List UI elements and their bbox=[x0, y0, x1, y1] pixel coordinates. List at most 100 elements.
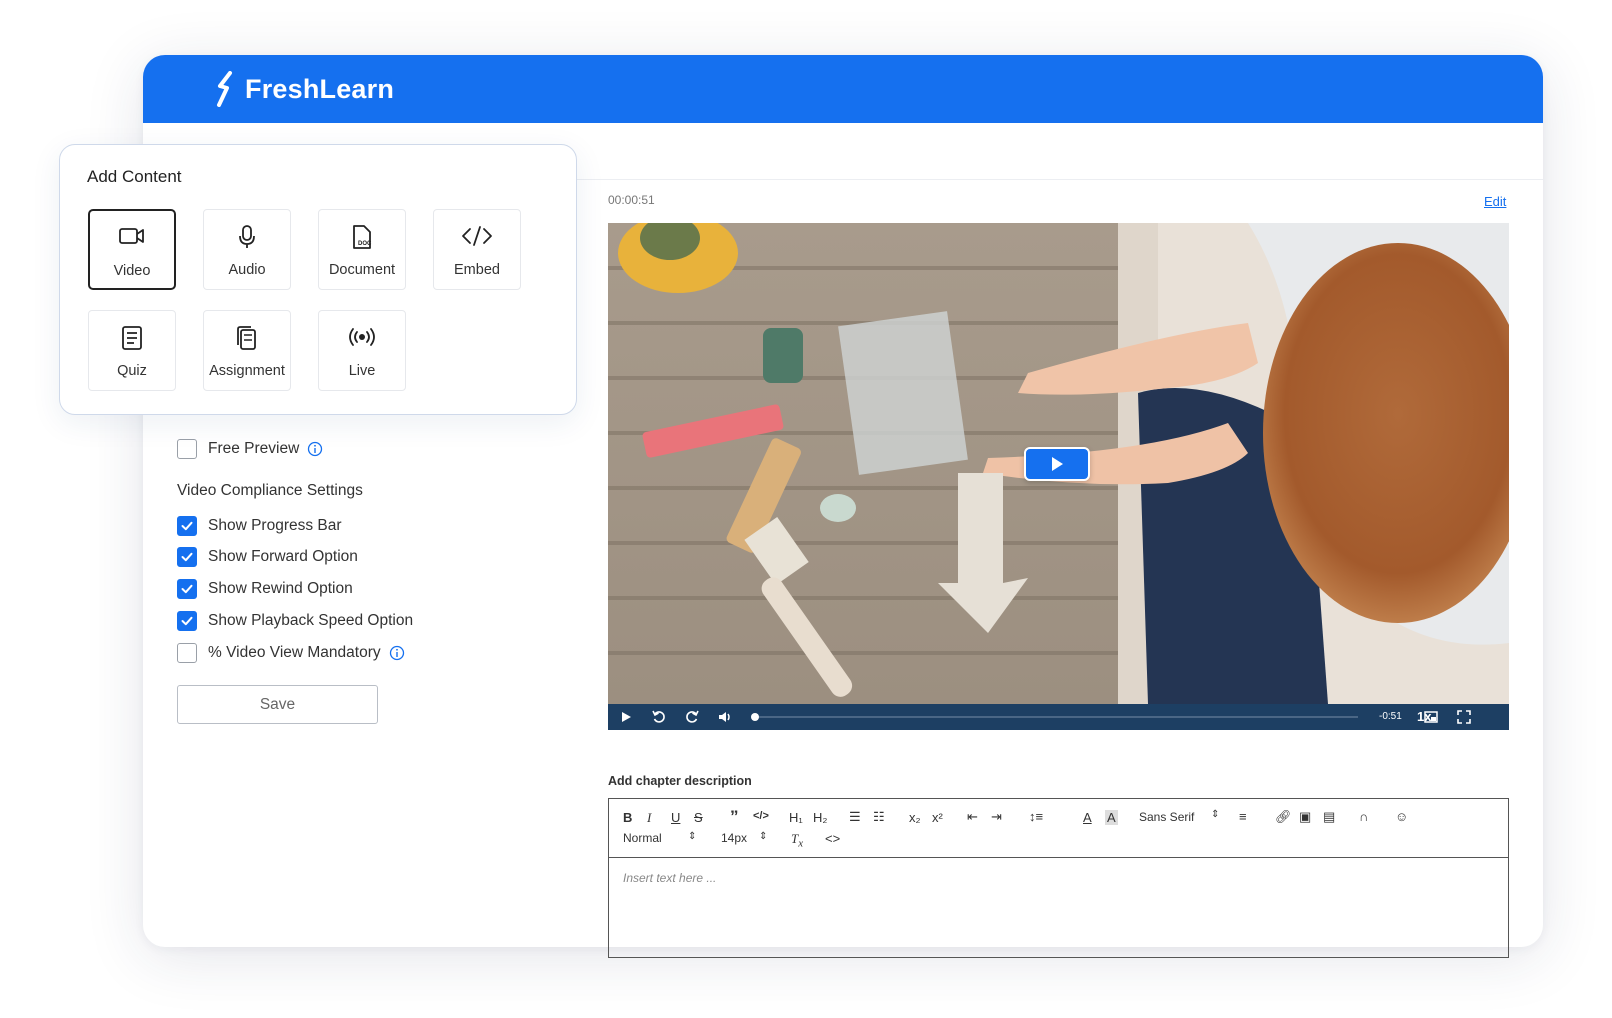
quiz-list-icon bbox=[122, 326, 142, 350]
info-icon[interactable] bbox=[307, 441, 323, 457]
tile-label: Embed bbox=[454, 262, 500, 278]
tile-quiz[interactable]: Quiz bbox=[88, 310, 176, 391]
option-rewind[interactable]: Show Rewind Option bbox=[177, 578, 353, 600]
video-camera-icon bbox=[119, 228, 144, 244]
remaining-time: -0:51 bbox=[1379, 711, 1402, 722]
source-code-button[interactable]: <> bbox=[825, 831, 840, 846]
progress-bar-checkbox[interactable] bbox=[177, 516, 197, 536]
info-icon[interactable] bbox=[389, 645, 405, 661]
select-arrows-icon: ⇕ bbox=[1211, 809, 1220, 820]
play-icon[interactable] bbox=[618, 709, 634, 725]
tile-embed[interactable]: Embed bbox=[433, 209, 521, 290]
rewind-checkbox[interactable] bbox=[177, 579, 197, 599]
video-player[interactable]: -0:51 1x bbox=[608, 223, 1509, 730]
forward-checkbox[interactable] bbox=[177, 547, 197, 567]
paragraph-style-select[interactable]: Normal bbox=[623, 831, 662, 845]
bullet-list-icon[interactable]: ☷ bbox=[873, 809, 885, 825]
editor-input[interactable]: Insert text here ... bbox=[623, 871, 716, 885]
select-arrows-icon: ⇕ bbox=[759, 831, 768, 842]
video-embed-icon[interactable]: ▤ bbox=[1323, 809, 1335, 825]
forward-icon[interactable] bbox=[684, 709, 700, 725]
italic-button[interactable]: I bbox=[647, 810, 651, 826]
emoji-icon[interactable]: ☺ bbox=[1395, 809, 1408, 824]
option-label: Show Rewind Option bbox=[208, 580, 353, 597]
video-timestamp: 00:00:51 bbox=[608, 193, 655, 207]
align-icon[interactable]: ≡ bbox=[1239, 809, 1247, 824]
assignment-stack-icon bbox=[237, 326, 256, 350]
option-label: Show Progress Bar bbox=[208, 517, 342, 534]
picture-in-picture-icon[interactable] bbox=[1423, 709, 1439, 725]
progress-handle[interactable] bbox=[751, 713, 759, 721]
freshlearn-logo-icon bbox=[217, 71, 232, 107]
option-label: Show Forward Option bbox=[208, 548, 358, 565]
free-preview-checkbox[interactable] bbox=[177, 439, 197, 459]
code-icon bbox=[462, 226, 492, 246]
option-progress-bar[interactable]: Show Progress Bar bbox=[177, 515, 342, 537]
option-label: % Video View Mandatory bbox=[208, 644, 381, 661]
svg-text:DOC: DOC bbox=[358, 241, 372, 247]
tile-label: Audio bbox=[228, 262, 266, 278]
tile-assignment[interactable]: Assignment bbox=[203, 310, 291, 391]
option-playback-speed[interactable]: Show Playback Speed Option bbox=[177, 610, 413, 632]
video-controls: -0:51 1x bbox=[608, 704, 1509, 730]
volume-icon[interactable] bbox=[717, 709, 733, 725]
playback-speed-checkbox[interactable] bbox=[177, 611, 197, 631]
bold-button[interactable]: B bbox=[623, 810, 632, 825]
heading1-button[interactable]: H₁ bbox=[789, 810, 803, 825]
clear-format-button[interactable]: Tx bbox=[791, 831, 803, 850]
background-color-icon[interactable]: A bbox=[1105, 810, 1118, 825]
strikethrough-button[interactable]: S bbox=[694, 810, 703, 825]
rewind-icon[interactable] bbox=[651, 709, 667, 725]
chapter-description-label: Add chapter description bbox=[608, 774, 752, 788]
link-icon[interactable]: 🔗︎ bbox=[1275, 809, 1292, 825]
font-family-select[interactable]: Sans Serif bbox=[1139, 810, 1194, 824]
underline-button[interactable]: U bbox=[671, 810, 680, 825]
checkmark-icon bbox=[181, 552, 193, 562]
checkmark-icon bbox=[181, 584, 193, 594]
tile-document[interactable]: DOC Document bbox=[318, 209, 406, 290]
ordered-list-icon[interactable]: ☰ bbox=[849, 809, 861, 825]
progress-bar[interactable] bbox=[753, 716, 1358, 718]
document-icon: DOC bbox=[353, 225, 372, 249]
brand-name: FreshLearn bbox=[245, 73, 395, 104]
tile-label: Video bbox=[113, 263, 151, 279]
indent-icon[interactable]: ⇥ bbox=[991, 809, 1002, 825]
tile-label: Quiz bbox=[117, 363, 147, 379]
add-content-title: Add Content bbox=[87, 167, 182, 186]
play-overlay-button[interactable] bbox=[1024, 447, 1090, 481]
checkmark-icon bbox=[181, 521, 193, 531]
tile-label: Document bbox=[328, 262, 396, 278]
font-size-select[interactable]: 14px bbox=[721, 831, 747, 845]
rich-text-editor: B I U S ” </> H₁ H₂ ☰ ☷ x₂ x² ⇤ ⇥ ↕≡ A A… bbox=[608, 798, 1509, 958]
option-forward[interactable]: Show Forward Option bbox=[177, 546, 358, 568]
image-icon[interactable]: ▣ bbox=[1299, 809, 1311, 825]
blockquote-button[interactable]: ” bbox=[730, 807, 739, 827]
compliance-settings-title: Video Compliance Settings bbox=[177, 482, 363, 499]
top-bar: FreshLearn bbox=[143, 55, 1543, 123]
live-broadcast-icon bbox=[349, 328, 375, 346]
code-block-button[interactable]: </> bbox=[753, 810, 769, 822]
toolbar-divider bbox=[609, 857, 1508, 858]
tile-audio[interactable]: Audio bbox=[203, 209, 291, 290]
fullscreen-icon[interactable] bbox=[1456, 709, 1472, 725]
text-color-icon[interactable]: A bbox=[1083, 810, 1092, 825]
save-button[interactable]: Save bbox=[177, 685, 378, 724]
line-height-icon[interactable]: ↕≡ bbox=[1029, 809, 1043, 824]
subscript-button[interactable]: x₂ bbox=[909, 810, 921, 825]
option-label: Show Playback Speed Option bbox=[208, 612, 414, 629]
option-view-mandatory[interactable]: % Video View Mandatory bbox=[177, 642, 405, 664]
microphone-icon bbox=[239, 225, 255, 248]
superscript-button[interactable]: x² bbox=[932, 810, 943, 825]
brand-logo[interactable]: FreshLearn bbox=[213, 71, 395, 107]
edit-link[interactable]: Edit bbox=[1484, 194, 1506, 209]
tile-video[interactable]: Video bbox=[88, 209, 176, 290]
tile-label: Live bbox=[348, 363, 376, 379]
outdent-icon[interactable]: ⇤ bbox=[967, 809, 978, 825]
tile-live[interactable]: Live bbox=[318, 310, 406, 391]
view-mandatory-checkbox[interactable] bbox=[177, 643, 197, 663]
heading2-button[interactable]: H₂ bbox=[813, 810, 827, 825]
audio-headphones-icon[interactable]: ∩ bbox=[1359, 809, 1368, 824]
add-content-card: Add Content Video Audio DOC Document Emb… bbox=[59, 144, 577, 415]
free-preview-row[interactable]: Free Preview bbox=[177, 438, 323, 460]
checkmark-icon bbox=[181, 616, 193, 626]
